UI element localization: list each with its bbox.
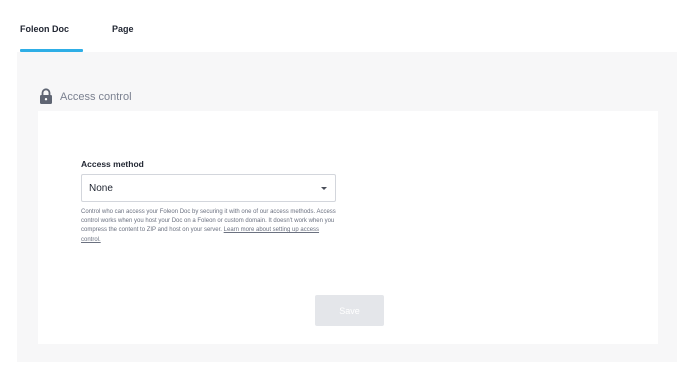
save-button[interactable]: Save bbox=[315, 295, 384, 326]
access-control-card: Access method None Control who can acces… bbox=[38, 111, 658, 344]
access-method-select[interactable]: None bbox=[81, 174, 336, 202]
settings-panel: Access control Access method None Contro… bbox=[17, 52, 677, 362]
tab-foleon-doc[interactable]: Foleon Doc bbox=[20, 24, 69, 48]
caret-down-icon bbox=[321, 187, 327, 190]
tab-page[interactable]: Page bbox=[112, 24, 134, 48]
section-header: Access control bbox=[39, 88, 132, 105]
lock-icon bbox=[40, 88, 52, 104]
tab-bar: Foleon Doc Page bbox=[0, 0, 688, 52]
access-help-text: Control who can access your Foleon Doc b… bbox=[81, 208, 339, 245]
section-title: Access control bbox=[60, 90, 132, 103]
access-method-value: None bbox=[89, 183, 113, 194]
access-method-label: Access method bbox=[81, 159, 144, 169]
